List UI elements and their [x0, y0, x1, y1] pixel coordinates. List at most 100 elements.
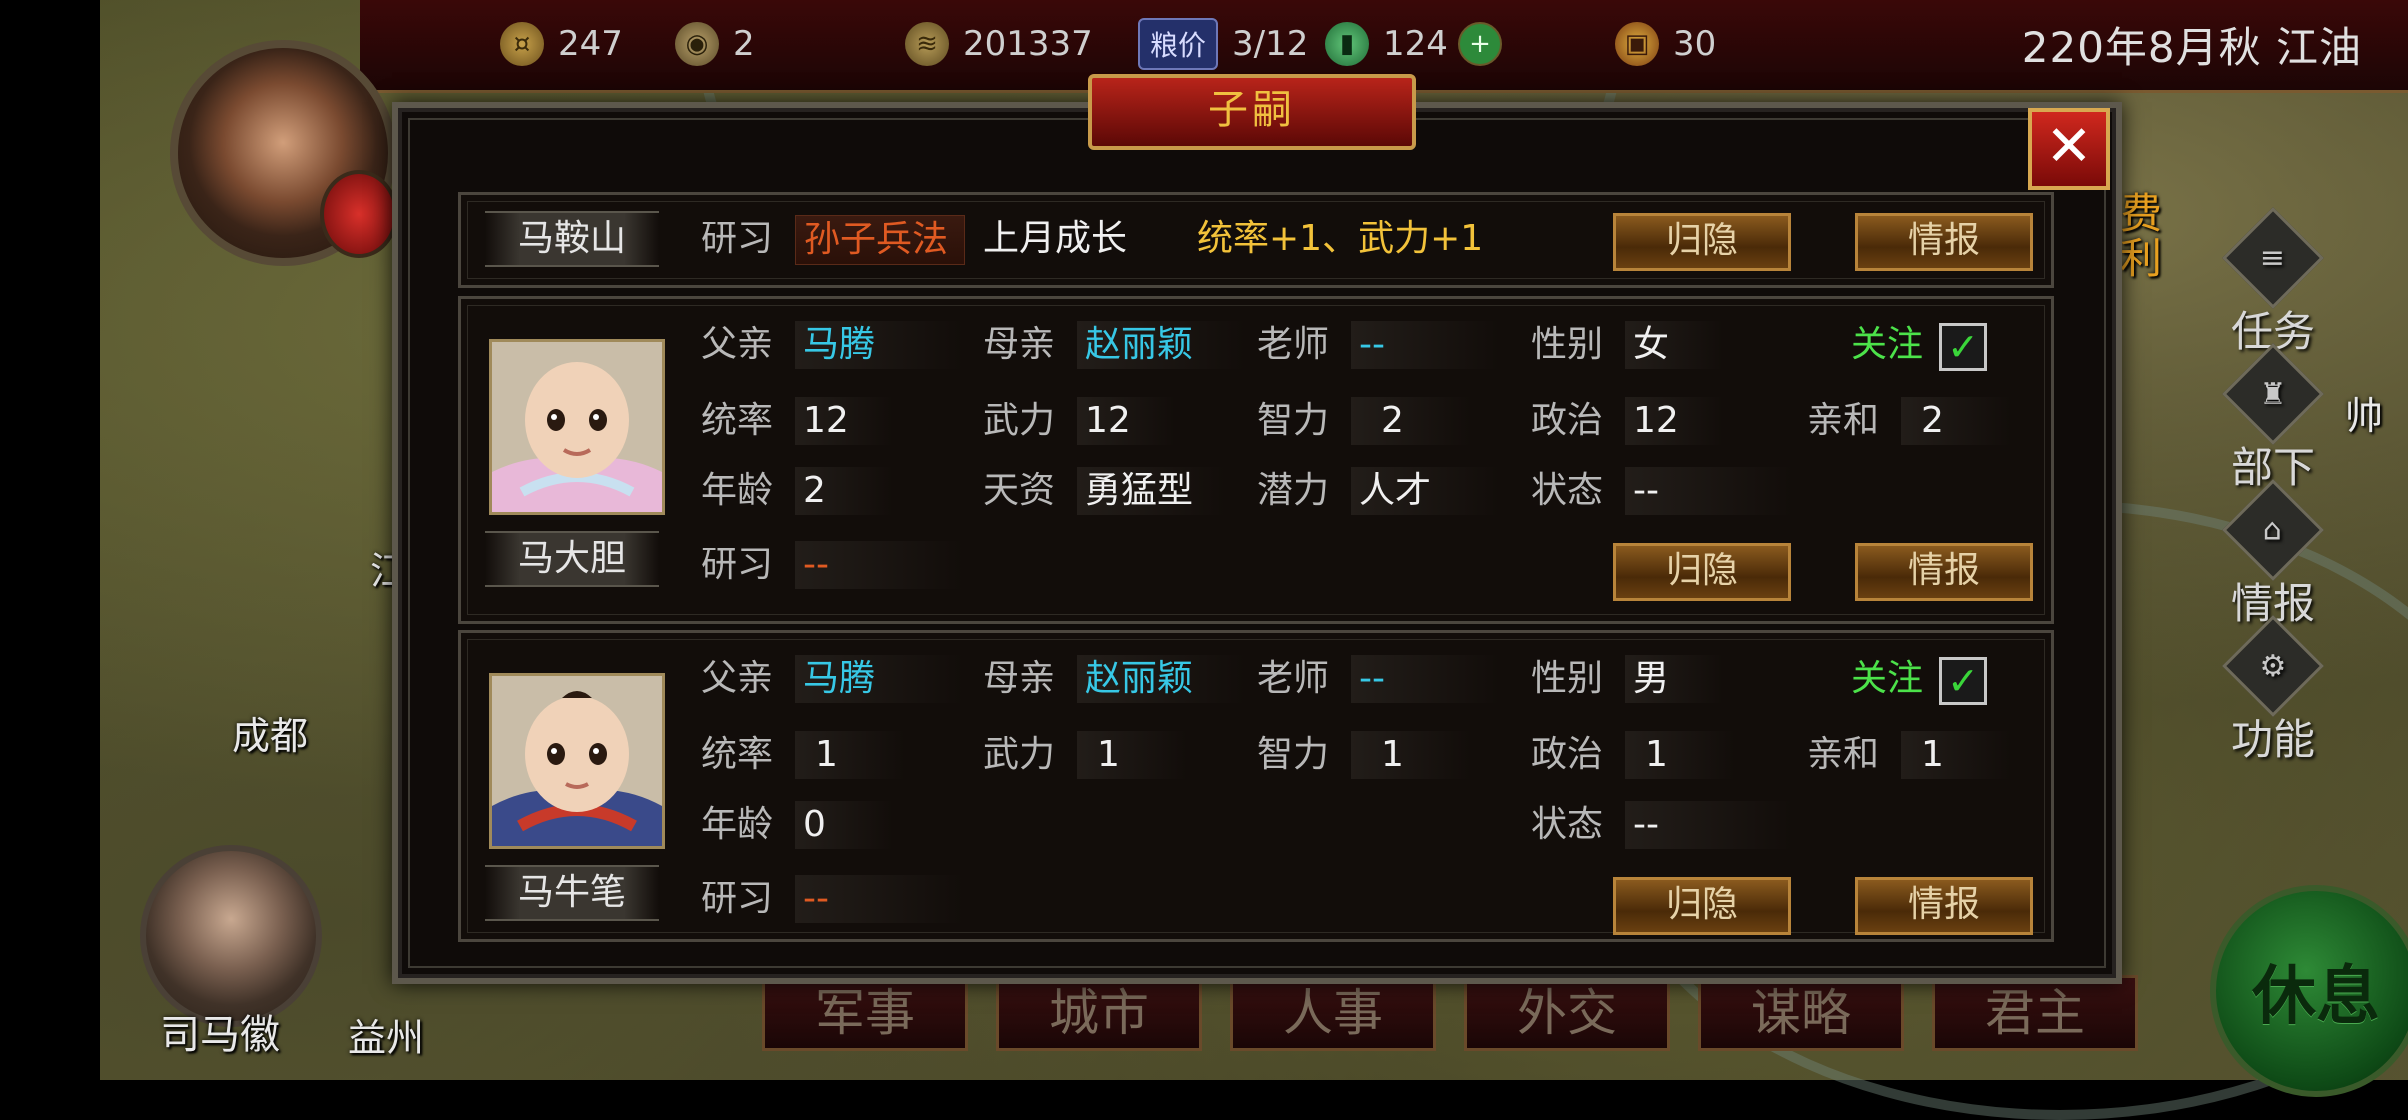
status-value: -- [1625, 467, 1793, 515]
gender-value: 男 [1625, 655, 1723, 703]
growth-label: 上月成长 [983, 218, 1128, 259]
father-value[interactable]: 马腾 [795, 655, 963, 703]
side-fragment-shuai: 帅 [2345, 394, 2384, 438]
teacher-label: 老师 [1257, 324, 1330, 365]
growth-value: 统率+1、武力+1 [1197, 218, 1484, 259]
grain-price: 粮价 3/12 [1138, 16, 1308, 72]
mother-label: 母亲 [983, 658, 1056, 699]
scroll-icon: ≡ [2222, 207, 2324, 309]
resource-coin: ◉ 2 [675, 16, 755, 72]
teacher-value: -- [1351, 321, 1499, 369]
follow-label: 关注 [1851, 658, 1924, 699]
resource-grain-value: 201337 [963, 24, 1093, 64]
force-label: 武力 [983, 734, 1056, 775]
resource-token: ▣ 30 [1615, 16, 1716, 72]
gender-label: 性别 [1531, 658, 1604, 699]
resource-gold-value: 247 [558, 24, 623, 64]
study-value: -- [795, 541, 963, 589]
tab-lord[interactable]: 君主 [1932, 975, 2138, 1051]
father-label: 父亲 [701, 658, 774, 699]
child-card-3: 马牛笔 父亲 马腾 母亲 赵丽颖 老师 -- 性别 男 关注 ✓ 统率 1 武力… [458, 630, 2054, 942]
tab-personnel[interactable]: 人事 [1230, 975, 1436, 1051]
politics-label: 政治 [1531, 400, 1604, 441]
info-button[interactable]: 情报 [1855, 543, 2033, 601]
study-value: -- [795, 875, 963, 923]
command-label: 统率 [701, 400, 774, 441]
tab-military[interactable]: 军事 [762, 975, 968, 1051]
resource-gold: ¤ 247 [500, 16, 623, 72]
building-icon: ⌂ [2222, 479, 2324, 581]
study-label: 研习 [701, 878, 774, 919]
rest-button[interactable]: 休息 [2210, 885, 2408, 1097]
menu-functions[interactable]: ⚙ 功能 [2222, 615, 2324, 767]
child-card-1: 马鞍山 研习 孙子兵法 上月成长 统率+1、武力+1 归隐 情报 [458, 192, 2054, 288]
close-icon: ✕ [2045, 114, 2093, 179]
child-name: 马鞍山 [485, 211, 659, 267]
study-label: 研习 [701, 544, 774, 585]
menu-subordinates[interactable]: ♜ 部下 [2222, 343, 2324, 495]
city-label-chengdu[interactable]: 成都 [232, 705, 308, 760]
politics-label: 政治 [1531, 734, 1604, 775]
resource-token-value: 30 [1673, 24, 1717, 64]
father-label: 父亲 [701, 324, 774, 365]
potential-value: 人才 [1351, 467, 1499, 515]
tab-diplomacy[interactable]: 外交 [1464, 975, 1670, 1051]
gender-label: 性别 [1531, 324, 1604, 365]
teacher-label: 老师 [1257, 658, 1330, 699]
menu-intel[interactable]: ⌂ 情报 [2222, 479, 2324, 631]
intellect-label: 智力 [1257, 734, 1330, 775]
retire-button[interactable]: 归隐 [1613, 543, 1791, 601]
grain-icon: ≋ [905, 22, 949, 66]
talent-value: 勇猛型 [1077, 467, 1225, 515]
tab-city[interactable]: 城市 [996, 975, 1202, 1051]
info-button[interactable]: 情报 [1855, 213, 2033, 271]
date-location: 220年8月秋 江油 [2021, 23, 2362, 72]
advisor-avatar[interactable] [140, 845, 322, 1027]
intellect-value: 2 [1351, 397, 1471, 445]
dialog-title: 子嗣 [1088, 74, 1416, 150]
politics-value: 12 [1625, 397, 1723, 445]
add-jade-button[interactable]: + [1458, 16, 1516, 72]
info-button[interactable]: 情报 [1855, 877, 2033, 935]
force-label: 武力 [983, 400, 1056, 441]
status-value: -- [1625, 801, 1793, 849]
age-value: 0 [795, 801, 893, 849]
mother-value[interactable]: 赵丽颖 [1077, 655, 1245, 703]
grain-price-value: 3/12 [1232, 24, 1309, 64]
badge-icon[interactable] [320, 170, 398, 258]
politics-value: 1 [1625, 731, 1735, 779]
advisor-name: 司马徽 [160, 1012, 280, 1058]
retire-button[interactable]: 归隐 [1613, 213, 1791, 271]
gear-icon: ⚙ [2222, 615, 2324, 717]
retire-button[interactable]: 归隐 [1613, 877, 1791, 935]
age-label: 年龄 [701, 470, 774, 511]
coin-pouch-icon: ◉ [675, 22, 719, 66]
command-label: 统率 [701, 734, 774, 775]
teacher-value: -- [1351, 655, 1499, 703]
soldier-icon: ♜ [2222, 343, 2324, 445]
menu-tasks[interactable]: ≡ 任务 [2222, 207, 2324, 359]
resource-coin-value: 2 [733, 24, 755, 64]
intellect-label: 智力 [1257, 400, 1330, 441]
age-label: 年龄 [701, 804, 774, 845]
child-name: 马大胆 [485, 531, 659, 587]
side-fragment-li: 利 [2120, 234, 2163, 283]
tab-strategy[interactable]: 谋略 [1698, 975, 1904, 1051]
affinity-value: 2 [1901, 397, 2011, 445]
gold-icon: ¤ [500, 22, 544, 66]
follow-checkbox[interactable]: ✓ [1939, 657, 1987, 705]
city-label-yizhou[interactable]: 益州 [348, 1007, 424, 1062]
child-name: 马牛笔 [485, 865, 659, 921]
force-value: 1 [1077, 731, 1187, 779]
follow-label: 关注 [1851, 324, 1924, 365]
child-card-2: 马大胆 父亲 马腾 母亲 赵丽颖 老师 -- 性别 女 关注 ✓ 统率 12 武… [458, 296, 2054, 624]
follow-checkbox[interactable]: ✓ [1939, 323, 1987, 371]
affinity-label: 亲和 [1807, 400, 1880, 441]
close-button[interactable]: ✕ [2028, 108, 2110, 190]
father-value[interactable]: 马腾 [795, 321, 963, 369]
intellect-value: 1 [1351, 731, 1471, 779]
mother-value[interactable]: 赵丽颖 [1077, 321, 1245, 369]
resource-grain: ≋ 201337 [905, 16, 1093, 72]
child-portrait [489, 673, 665, 849]
resource-jade: ▮ 124 [1325, 16, 1448, 72]
